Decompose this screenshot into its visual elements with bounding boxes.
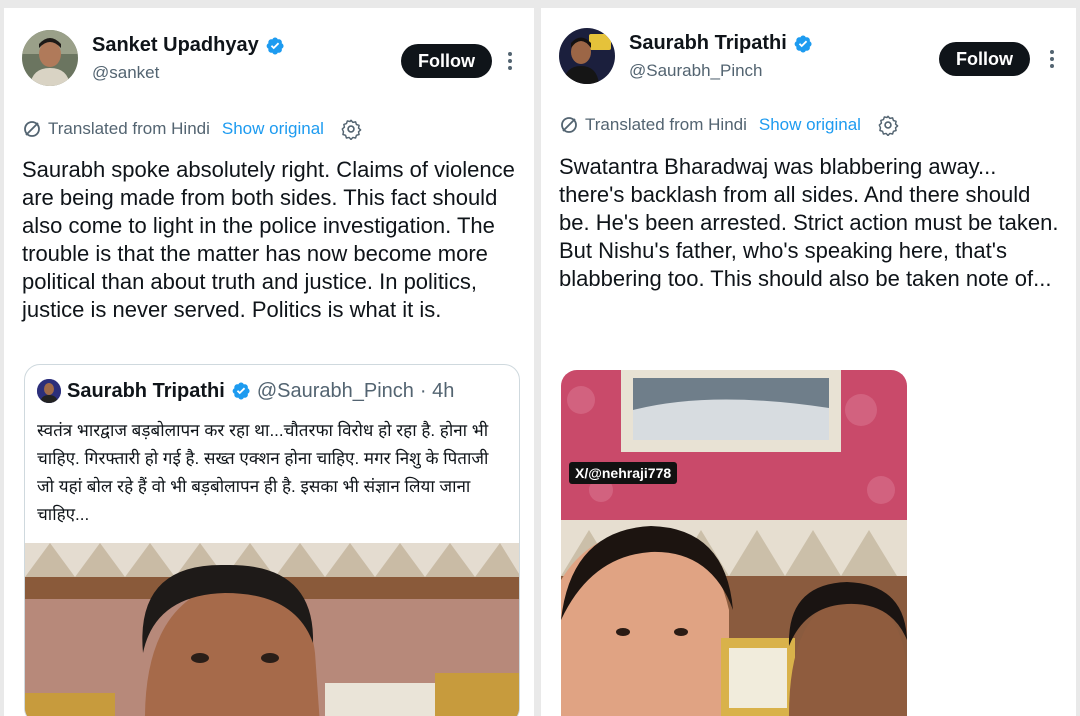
quoted-video-thumbnail[interactable] [25,543,519,716]
show-original-link[interactable]: Show original [759,115,861,135]
video-thumbnail[interactable]: X/@nehraji778 [561,370,907,716]
translate-icon [24,121,40,137]
author-name-row[interactable]: Saurabh Tripathi [629,32,813,55]
more-options-icon[interactable] [506,52,514,70]
post-header: Sanket Upadhyay @sanket Follow [22,30,516,92]
show-original-link[interactable]: Show original [222,119,324,139]
more-options-icon[interactable] [1048,50,1056,68]
follow-button[interactable]: Follow [939,42,1030,76]
quoted-post[interactable]: Saurabh Tripathi @Saurabh_Pinch · 4h स्व… [24,364,520,716]
post-text: Swatantra Bharadwaj was blabbering away.… [559,154,1059,291]
gear-icon[interactable] [877,114,899,136]
quoted-timestamp: · 4h [419,379,455,402]
follow-button[interactable]: Follow [401,44,492,78]
watermark-label: X/@nehraji778 [569,462,678,484]
author-handle[interactable]: @sanket [92,63,285,83]
verified-badge-icon [232,382,250,400]
verified-badge-icon [266,37,284,54]
avatar[interactable] [22,30,78,86]
screenshot-canvas: Sanket Upadhyay @sanket Follow Translate… [0,0,1080,716]
post-header: Saurabh Tripathi @Saurabh_Pinch Follow [559,28,1058,90]
quoted-author-name: Saurabh Tripathi [67,379,225,402]
author-block: Sanket Upadhyay @sanket [92,34,285,83]
avatar[interactable] [559,28,615,84]
author-block: Saurabh Tripathi @Saurabh_Pinch [629,32,813,81]
verified-badge-icon [794,35,812,52]
left-post: Sanket Upadhyay @sanket Follow Translate… [4,8,534,716]
author-name[interactable]: Saurabh Tripathi [629,32,787,55]
quoted-post-text: स्वतंत्र भारद्वाज बड़बोलापन कर रहा था...… [37,421,489,524]
translated-label: Translated from Hindi [585,115,747,134]
translation-bar: Translated from Hindi Show original [22,118,362,140]
panel-divider [536,0,539,716]
gear-icon[interactable] [340,118,362,140]
translated-label: Translated from Hindi [48,119,210,138]
author-name-row[interactable]: Sanket Upadhyay [92,34,285,57]
quoted-author-handle: @Saurabh_Pinch [256,379,414,402]
author-name[interactable]: Sanket Upadhyay [92,34,259,57]
author-handle[interactable]: @Saurabh_Pinch [629,61,813,81]
translate-icon [561,117,577,133]
translation-bar: Translated from Hindi Show original [559,114,899,136]
post-text: Saurabh spoke absolutely right. Claims o… [22,157,515,322]
quoted-avatar [37,379,61,403]
quoted-post-header: Saurabh Tripathi @Saurabh_Pinch · 4h [37,379,454,403]
right-post: Saurabh Tripathi @Saurabh_Pinch Follow T… [541,8,1076,716]
